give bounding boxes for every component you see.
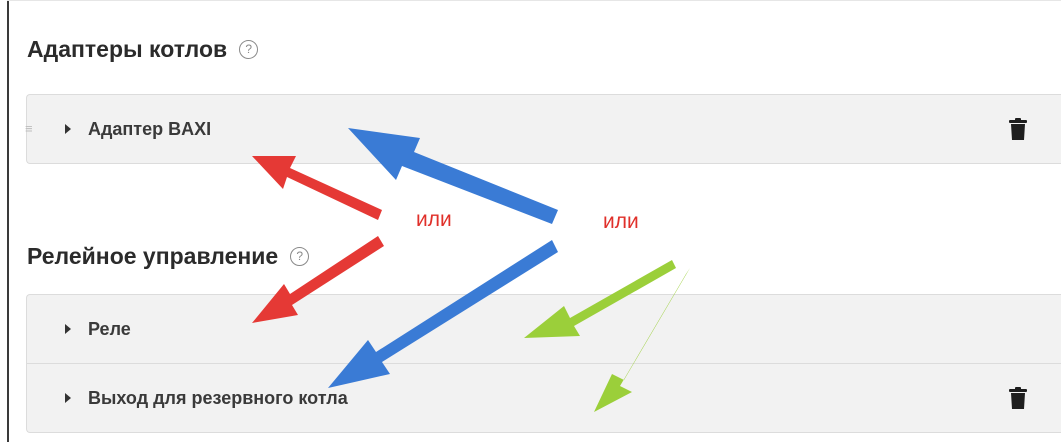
blue-arrow-to-backup: [328, 240, 558, 388]
green-arrow-to-backup: [594, 268, 690, 412]
or-annotation-left: или: [416, 208, 452, 231]
green-arrow-to-relay: [524, 260, 676, 338]
red-arrow-to-adapter: [252, 156, 382, 220]
red-arrow-to-relay: [252, 236, 384, 323]
annotation-arrows: [252, 128, 690, 412]
or-annotation-right: или: [603, 210, 639, 233]
